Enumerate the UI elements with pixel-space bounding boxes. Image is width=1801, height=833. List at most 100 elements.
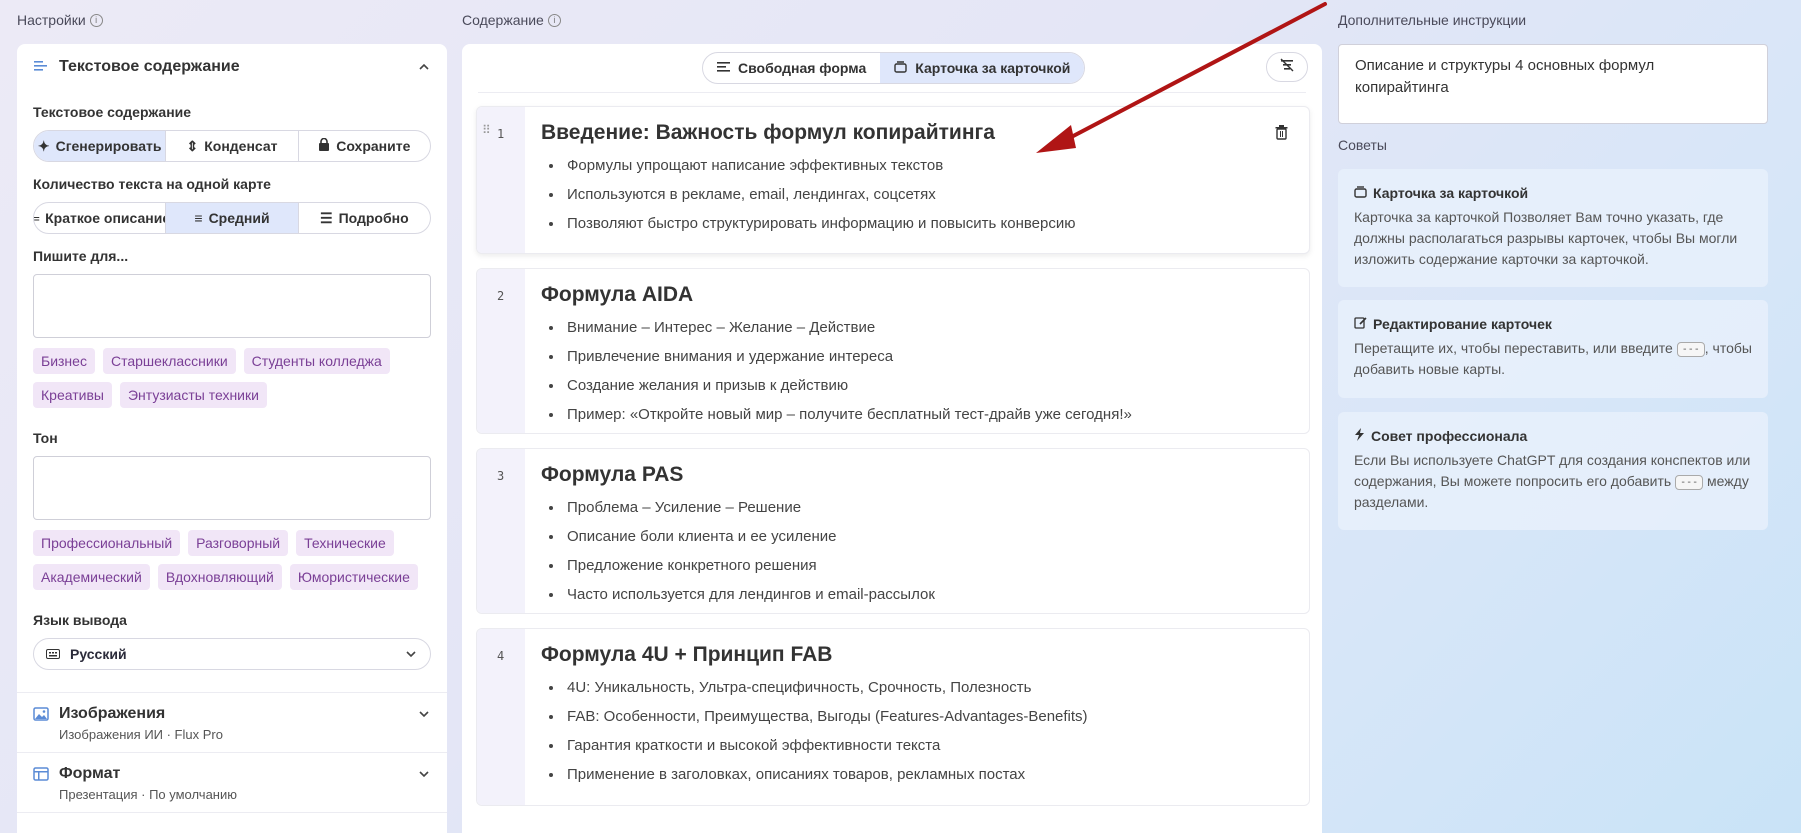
content-card-2[interactable]: 2 Формула AIDA Внимание – Интерес – Жела…	[476, 268, 1310, 434]
language-select[interactable]: Русский	[33, 638, 431, 670]
info-icon[interactable]: i	[89, 13, 103, 27]
short-lines-icon: ═	[34, 210, 39, 226]
text-lines-icon	[33, 59, 49, 75]
card-number: 3	[497, 469, 505, 483]
freeform-option[interactable]: Свободная форма	[703, 53, 880, 83]
card-body[interactable]: Формула 4U + Принцип FAB 4U: Уникальност…	[525, 629, 1309, 805]
instructions-label: Дополнительные инструкции	[1338, 12, 1527, 28]
mode-condense-option[interactable]: ⇕ Конденсат	[166, 131, 299, 161]
chevron-down-icon[interactable]	[417, 767, 431, 781]
drag-handle-icon[interactable]: ⠿	[482, 123, 491, 137]
tone-textarea[interactable]	[33, 456, 431, 520]
images-section[interactable]: Изображения Изображения ИИ · Flux Pro	[17, 693, 447, 753]
tone-chip[interactable]: Разговорный	[188, 530, 289, 556]
chevron-down-icon	[404, 647, 418, 661]
edit-icon	[1354, 316, 1367, 332]
view-toggle: Свободная форма Карточка за карточкой	[702, 52, 1086, 84]
card-bullet[interactable]: Предложение конкретного решения	[541, 551, 1293, 580]
card-bullet[interactable]: Позволяют быстро структурировать информа…	[541, 209, 1293, 238]
card-title[interactable]: Формула AIDA	[541, 283, 1293, 307]
card-bullet[interactable]: Часто используется для лендингов и email…	[541, 580, 1293, 609]
tone-chip[interactable]: Академический	[33, 564, 150, 590]
card-title[interactable]: Формула 4U + Принцип FAB	[541, 643, 1293, 667]
text-content-title: Текстовое содержание	[59, 58, 240, 75]
audience-chip[interactable]: Бизнес	[33, 348, 95, 374]
format-sub: Презентация · По умолчанию	[59, 787, 237, 802]
medium-lines-icon: ≡	[194, 210, 203, 226]
tone-chip[interactable]: Профессиональный	[33, 530, 181, 556]
card-body[interactable]: Введение: Важность формул копирайтинга Ф…	[525, 107, 1309, 253]
text-content-header[interactable]: Текстовое содержание	[17, 44, 447, 90]
mode-preserve-option[interactable]: Сохраните	[299, 131, 430, 161]
tone-chip[interactable]: Юмористические	[289, 564, 418, 590]
card-bullet[interactable]: FAB: Особенности, Преимущества, Выгоды (…	[541, 702, 1293, 731]
tip-title: Карточка за карточкой	[1354, 185, 1752, 201]
mode-generate-option[interactable]: ✦ Сгенерировать	[34, 131, 167, 161]
layout-icon	[33, 766, 49, 782]
tip-text: Перетащите их, чтобы переставить, или вв…	[1354, 338, 1752, 380]
settings-label-text: Настройки	[17, 12, 86, 28]
card-body[interactable]: Формула PAS Проблема – Усиление – Решени…	[525, 449, 1309, 613]
card-title[interactable]: Введение: Важность формул копирайтинга	[541, 121, 1293, 145]
card-gutter: 4	[477, 629, 525, 805]
card-body[interactable]: Формула AIDA Внимание – Интерес – Желани…	[525, 269, 1309, 433]
card-bullet[interactable]: Описание боли клиента и ее усиление	[541, 522, 1293, 551]
content-label: Содержание i	[462, 12, 561, 28]
tone-chip[interactable]: Вдохновляющий	[157, 564, 282, 590]
content-label-text: Содержание	[462, 12, 544, 28]
amount-brief-option[interactable]: ═ Краткое описание	[34, 203, 167, 233]
card-bullet[interactable]: 4U: Уникальность, Ультра-специфичность, …	[541, 673, 1293, 702]
card-bullets: Проблема – Усиление – Решение Описание б…	[541, 493, 1293, 609]
card-bullet[interactable]: Пример: «Откройте новый мир – получите б…	[541, 400, 1293, 429]
card-bullet[interactable]: Применение в заголовках, описаниях товар…	[541, 760, 1293, 789]
card-bullet[interactable]: Привлечение внимания и удержание интерес…	[541, 342, 1293, 371]
content-card-4[interactable]: 4 Формула 4U + Принцип FAB 4U: Уникально…	[476, 628, 1310, 806]
cards-stack-icon	[1354, 185, 1367, 201]
audience-chip[interactable]: Энтузиасты техники	[119, 382, 267, 408]
card-gutter: 2	[477, 269, 525, 433]
card-bullets: Внимание – Интерес – Желание – Действие …	[541, 313, 1293, 429]
audience-chip[interactable]: Студенты колледжа	[243, 348, 390, 374]
sparkle-icon: ✦	[37, 137, 50, 154]
audience-chip[interactable]: Старшеклассники	[102, 348, 236, 374]
trash-icon[interactable]	[1275, 125, 1289, 141]
card-number: 2	[497, 289, 505, 303]
mode-generate-label: Сгенерировать	[55, 138, 162, 154]
card-bullet[interactable]: Создание желания и призыв к действию	[541, 371, 1293, 400]
content-card-3[interactable]: 3 Формула PAS Проблема – Усиление – Реше…	[476, 448, 1310, 614]
audience-chips: Бизнес Старшеклассники Студенты колледжа…	[17, 348, 447, 408]
chevron-up-icon[interactable]	[417, 60, 431, 74]
images-sub: Изображения ИИ · Flux Pro	[59, 727, 223, 742]
audience-chip[interactable]: Креативы	[33, 382, 112, 408]
amount-medium-option[interactable]: ≡ Средний	[166, 203, 299, 233]
card-bullet[interactable]: Внимание – Интерес – Желание – Действие	[541, 313, 1293, 342]
cards-stack-icon	[894, 60, 907, 76]
tone-chips: Профессиональный Разговорный Технические…	[17, 530, 447, 590]
card-bullet[interactable]: Гарантия краткости и высокой эффективнос…	[541, 731, 1293, 760]
card-bullet[interactable]: Используются в рекламе, email, лендингах…	[541, 180, 1293, 209]
card-bullet[interactable]: Формулы упрощают написание эффективных т…	[541, 151, 1293, 180]
tip-card-by-card: Карточка за карточкой Карточка за карточ…	[1338, 169, 1768, 287]
clear-format-button[interactable]	[1266, 52, 1308, 82]
tone-chip[interactable]: Технические	[296, 530, 394, 556]
language-value: Русский	[70, 646, 127, 662]
content-card-1[interactable]: ⠿ 1 Введение: Важность формул копирайтин…	[476, 106, 1310, 254]
card-title[interactable]: Формула PAS	[541, 463, 1293, 487]
tip-title: Редактирование карточек	[1354, 316, 1752, 332]
audience-textarea[interactable]	[33, 274, 431, 338]
tip-editing: Редактирование карточек Перетащите их, ч…	[1338, 300, 1768, 398]
amount-brief-label: Краткое описание	[45, 210, 167, 226]
amount-detailed-option[interactable]: ☰ Подробно	[299, 203, 430, 233]
tip-title-text: Совет профессионала	[1371, 428, 1528, 444]
card-bullet[interactable]: Проблема – Усиление – Решение	[541, 493, 1293, 522]
format-section[interactable]: Формат Презентация · По умолчанию	[17, 753, 447, 813]
instructions-textarea[interactable]: Описание и структуры 4 основных формул к…	[1338, 44, 1768, 124]
settings-panel: Текстовое содержание Текстовое содержани…	[17, 44, 447, 833]
lightning-icon	[1354, 428, 1365, 444]
chevron-down-icon[interactable]	[417, 707, 431, 721]
card-by-card-option[interactable]: Карточка за карточкой	[880, 53, 1085, 83]
info-icon[interactable]: i	[547, 13, 561, 27]
divider	[478, 92, 1306, 93]
card-number: 1	[497, 127, 505, 141]
card-bullets: Формулы упрощают написание эффективных т…	[541, 151, 1293, 238]
